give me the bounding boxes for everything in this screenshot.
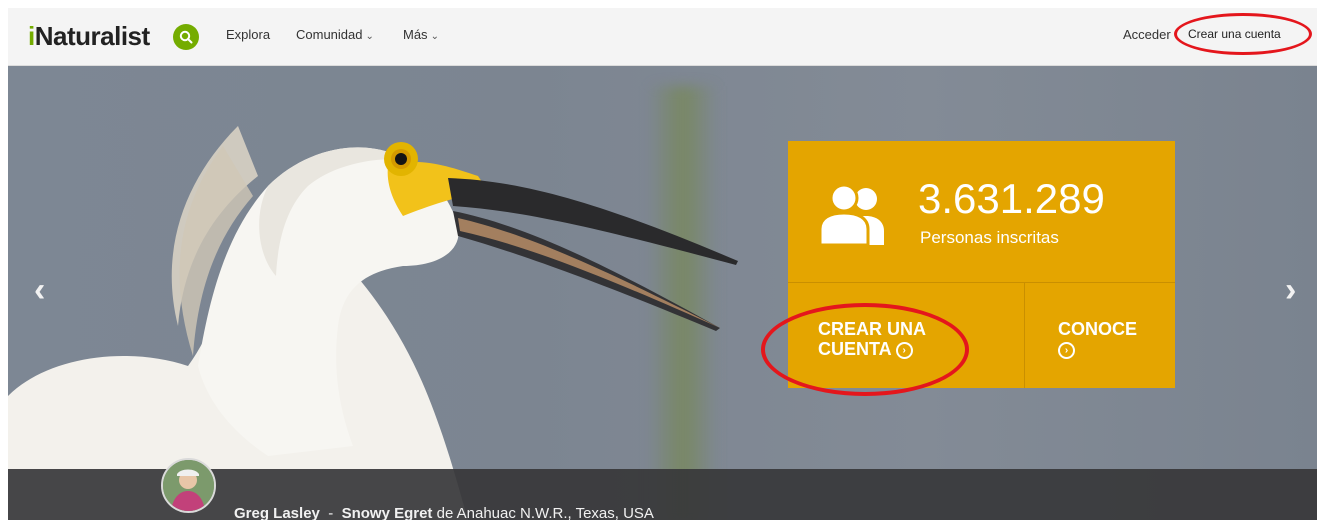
users-icon bbox=[818, 183, 884, 245]
arrow-right-circle-icon: › bbox=[1058, 341, 1075, 359]
species-link[interactable]: Snowy Egret bbox=[342, 505, 433, 520]
annotation-circle-create-account bbox=[761, 303, 969, 396]
annotation-circle-signup bbox=[1174, 13, 1312, 55]
nav-comunidad[interactable]: Comunidad ⌄ bbox=[296, 27, 374, 42]
page-frame: iNaturalist Explora Comunidad ⌄ Más ⌄ Acce… bbox=[8, 8, 1317, 520]
carousel-prev-arrow[interactable]: ‹ bbox=[34, 271, 45, 310]
inaturalist-logo[interactable]: iNaturalist bbox=[28, 21, 150, 52]
top-navbar: iNaturalist Explora Comunidad ⌄ Más ⌄ Acce… bbox=[8, 8, 1317, 66]
panel-divider bbox=[788, 282, 1175, 283]
avatar[interactable] bbox=[161, 458, 216, 513]
nav-mas[interactable]: Más ⌄ bbox=[403, 27, 439, 42]
users-count: 3.631.289 bbox=[918, 175, 1105, 222]
photographer-link[interactable]: Greg Lasley bbox=[234, 505, 320, 520]
panel-divider bbox=[1024, 283, 1025, 388]
photo-caption: Greg Lasley - Snowy Egret de Anahuac N.W… bbox=[234, 505, 654, 520]
photographer-avatar-image bbox=[163, 460, 214, 511]
carousel-next-arrow[interactable]: › bbox=[1285, 271, 1296, 310]
login-link[interactable]: Acceder bbox=[1123, 27, 1171, 42]
search-icon bbox=[179, 30, 193, 44]
learn-more-button[interactable]: CONOCE › bbox=[1058, 319, 1137, 359]
egret-photo bbox=[8, 126, 738, 520]
chevron-down-icon: ⌄ bbox=[365, 31, 374, 42]
nav-explora[interactable]: Explora bbox=[226, 27, 270, 42]
search-button[interactable] bbox=[173, 24, 199, 50]
chevron-down-icon: ⌄ bbox=[430, 31, 439, 42]
hero-slideshow: ‹ › 3.631.289 Personas inscritas CREAR U… bbox=[8, 66, 1317, 520]
users-count-label: Personas inscritas bbox=[920, 228, 1059, 247]
